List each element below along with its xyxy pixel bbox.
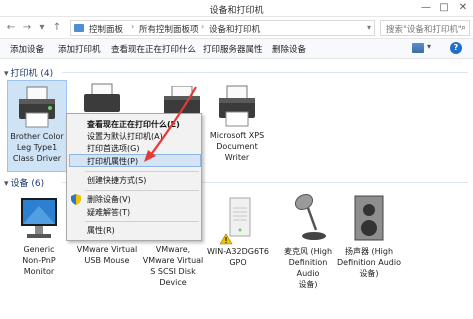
device-name: Generic Non-PnP Monitor <box>22 245 56 276</box>
add-device-button[interactable]: 添加设备 <box>10 43 44 55</box>
search-icon[interactable]: ⌕ <box>461 23 466 33</box>
window-title: 设备和打印机 <box>209 6 264 16</box>
menu-item-remove-device[interactable]: 删除设备(V) <box>87 194 131 205</box>
shield-icon <box>71 194 81 205</box>
up-button[interactable]: ↑ <box>50 21 64 35</box>
devices-section-title: 设备 (6) <box>10 179 45 189</box>
printer-icon <box>219 85 255 127</box>
forward-button[interactable]: → <box>20 21 34 35</box>
print-server-properties-button[interactable]: 打印服务器属性 <box>203 43 263 55</box>
change-view-icon[interactable] <box>412 43 424 53</box>
breadcrumb-separator[interactable]: › <box>131 22 134 31</box>
device-tile-speaker[interactable]: 扬声器 (High Definition Audio 设备) <box>336 190 402 280</box>
printers-section-header[interactable]: ▾ 打印机 (4) <box>4 66 53 79</box>
close-button[interactable]: ✕ <box>455 1 471 15</box>
see-whats-printing-button[interactable]: 查看现在正在打印什么 <box>111 43 196 55</box>
menu-item-properties[interactable]: 属性(R) <box>87 225 115 236</box>
printers-section-title: 打印机 (4) <box>10 69 54 79</box>
search-placeholder: 搜索"设备和打印机" <box>386 25 462 35</box>
menu-item-set-default[interactable]: 设置为默认打印机(A) <box>87 131 163 142</box>
chevron-down-icon[interactable]: ▾ <box>4 179 9 189</box>
printer-name: Brother Color Leg Type1 Class Driver <box>10 132 64 163</box>
computer-icon <box>219 197 251 245</box>
breadcrumb-control-panel[interactable]: 控制面板 <box>89 23 123 35</box>
printer-icon <box>164 85 200 114</box>
printer-tile[interactable] <box>82 80 122 114</box>
command-bar: 添加设备 添加打印机 查看现在正在打印什么 打印服务器属性 删除设备 ▾ ? <box>0 39 473 59</box>
breadcrumb-separator[interactable]: › <box>201 22 204 31</box>
device-tile-computer[interactable]: WIN-A32DG6T6 GPO <box>206 194 270 274</box>
printer-icon <box>19 86 55 128</box>
menu-divider <box>85 171 199 172</box>
printer-icon <box>84 83 120 112</box>
devices-section-header[interactable]: ▾ 设备 (6) <box>4 176 44 189</box>
device-name: 扬声器 (High Definition Audio 设备) <box>336 247 402 278</box>
monitor-icon <box>21 198 57 238</box>
printer-tile-brother[interactable]: Brother Color Leg Type1 Class Driver <box>7 80 67 172</box>
device-name: 麦克风 (High Definition Audio 设备) <box>283 247 333 289</box>
back-button[interactable]: ← <box>4 21 18 35</box>
address-bar-row: ← → ▾ ↑ 控制面板 › 所有控制面板项 › 设备和打印机 ▾ 搜索"设备和… <box>0 17 473 39</box>
recent-locations-button[interactable]: ▾ <box>35 21 49 35</box>
breadcrumb-devices-printers[interactable]: 设备和打印机 <box>209 23 260 35</box>
printer-tile-microsoft-xps[interactable]: Microsoft XPS Document Writer <box>206 80 268 172</box>
menu-divider <box>85 190 199 191</box>
device-tile-monitor[interactable]: Generic Non-PnP Monitor <box>8 194 70 284</box>
device-tile-microphone[interactable]: 麦克风 (High Definition Audio 设备) <box>276 190 340 289</box>
device-name: VMware, VMware Virtual S SCSI Disk Devic… <box>142 245 204 287</box>
speaker-icon <box>354 195 384 241</box>
remove-device-button[interactable]: 删除设备 <box>272 43 306 55</box>
printer-name: Microsoft XPS Document Writer <box>209 131 265 162</box>
view-dropdown-icon[interactable]: ▾ <box>427 42 431 51</box>
add-printer-button[interactable]: 添加打印机 <box>58 43 101 55</box>
microphone-icon <box>294 193 326 240</box>
address-bar[interactable]: 控制面板 › 所有控制面板项 › 设备和打印机 ▾ <box>70 20 375 36</box>
menu-item-see-printing[interactable]: 查看现在正在打印什么(E) <box>87 119 180 130</box>
context-menu: 查看现在正在打印什么(E) 设置为默认打印机(A) 打印首选项(G) 打印机属性… <box>66 113 202 241</box>
chevron-down-icon[interactable]: ▾ <box>4 69 9 79</box>
title-bar: 设备和打印机 — □ ✕ <box>0 0 473 17</box>
device-name: VMware Virtual USB Mouse <box>76 245 138 265</box>
menu-item-create-shortcut[interactable]: 创建快捷方式(S) <box>87 175 146 186</box>
control-panel-icon <box>74 24 84 32</box>
menu-item-printer-properties[interactable]: 打印机属性(P) <box>87 156 138 167</box>
address-dropdown-icon[interactable]: ▾ <box>367 23 371 32</box>
breadcrumb-all-items[interactable]: 所有控制面板项 <box>139 23 199 35</box>
printer-tile[interactable] <box>160 85 204 116</box>
section-divider <box>62 72 468 73</box>
maximize-button[interactable]: □ <box>436 1 452 15</box>
menu-item-printing-preferences[interactable]: 打印首选项(G) <box>87 143 139 154</box>
menu-item-troubleshoot[interactable]: 疑难解答(T) <box>87 207 130 218</box>
device-name: WIN-A32DG6T6 GPO <box>206 247 270 267</box>
menu-divider <box>85 221 199 222</box>
search-box[interactable]: 搜索"设备和打印机" ⌕ <box>380 20 470 36</box>
help-button[interactable]: ? <box>450 42 462 54</box>
minimize-button[interactable]: — <box>418 1 434 15</box>
